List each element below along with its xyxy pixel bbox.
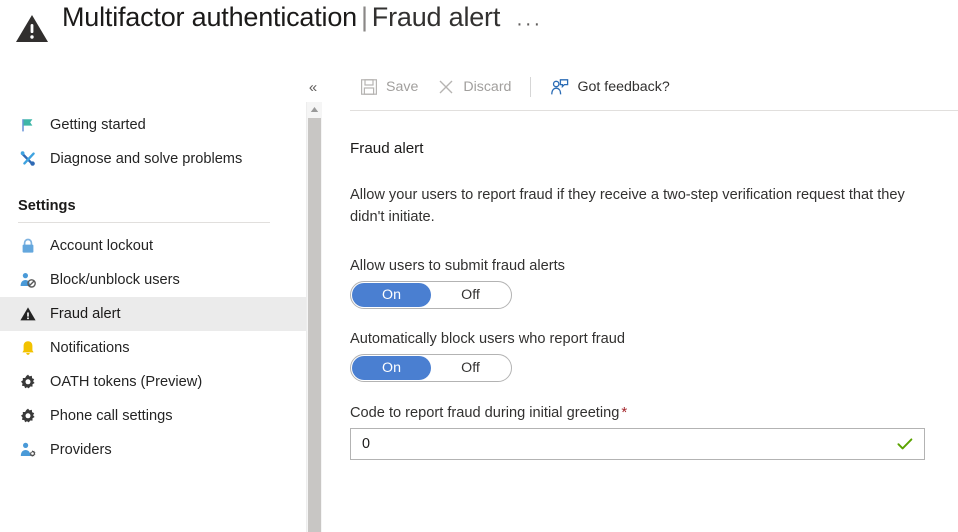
warning-triangle-icon	[14, 12, 50, 44]
toggle-option-on[interactable]: On	[352, 283, 431, 307]
save-button[interactable]: Save	[350, 71, 427, 103]
user-block-icon	[18, 270, 38, 290]
sidebar-scrollbar[interactable]	[306, 102, 322, 532]
fraud-code-label: Code to report fraud during initial gree…	[350, 404, 958, 421]
got-feedback-label: Got feedback?	[577, 79, 670, 95]
section-title: Fraud alert	[350, 140, 424, 157]
required-marker: *	[621, 404, 628, 421]
bell-icon	[18, 338, 38, 358]
save-icon	[359, 78, 378, 97]
allow-fraud-alerts-toggle[interactable]: On Off	[350, 281, 512, 309]
fraud-alert-form: Fraud alert Allow your users to report f…	[323, 111, 958, 460]
wrench-screwdriver-icon	[18, 149, 38, 169]
auto-block-users-toggle[interactable]: On Off	[350, 354, 512, 382]
allow-fraud-alerts-label: Allow users to submit fraud alerts	[350, 258, 565, 274]
sidebar-item-fraud-alert[interactable]: Fraud alert	[0, 297, 306, 331]
sidebar-item-label: Account lockout	[50, 238, 154, 254]
sidebar-section-divider	[18, 222, 270, 223]
sidebar-item-providers[interactable]: Providers	[0, 433, 306, 467]
sidebar-item-label: Notifications	[50, 340, 130, 356]
flag-icon	[18, 115, 38, 135]
sidebar-item-oath-tokens[interactable]: OATH tokens (Preview)	[0, 365, 306, 399]
sidebar: Getting started Diagnose and solve probl…	[0, 64, 306, 532]
feedback-person-icon	[550, 78, 569, 97]
sidebar-item-label: OATH tokens (Preview)	[50, 374, 203, 390]
sidebar-item-diagnose-and-solve-problems[interactable]: Diagnose and solve problems	[0, 142, 306, 176]
sidebar-item-label: Diagnose and solve problems	[50, 151, 243, 167]
scrollbar-thumb[interactable]	[308, 118, 321, 532]
close-icon	[436, 78, 455, 97]
lock-icon	[18, 236, 38, 256]
save-label: Save	[386, 79, 419, 95]
section-description: Allow your users to report fraud if they…	[350, 187, 905, 225]
got-feedback-button[interactable]: Got feedback?	[541, 71, 678, 103]
gear-icon	[18, 372, 38, 392]
sidebar-item-label: Block/unblock users	[50, 272, 180, 288]
blade-header: Multifactor authentication | Fraud alert ·…	[0, 0, 958, 64]
fraud-code-input[interactable]	[350, 428, 925, 460]
sidebar-item-account-lockout[interactable]: Account lockout	[0, 229, 306, 263]
sidebar-item-label: Phone call settings	[50, 408, 173, 424]
sidebar-item-phone-call-settings[interactable]: Phone call settings	[0, 399, 306, 433]
sidebar-item-notifications[interactable]: Notifications	[0, 331, 306, 365]
azure-portal-blade: Multifactor authentication | Fraud alert ·…	[0, 0, 958, 532]
sidebar-item-label: Getting started	[50, 117, 146, 133]
page-title-resource: Multifactor authentication	[62, 2, 357, 32]
more-options-icon[interactable]: ···	[516, 14, 542, 34]
warning-triangle-icon	[18, 304, 38, 324]
gear-icon	[18, 406, 38, 426]
main-content: Save Discard Got feedback? Fraud alert A…	[323, 64, 958, 532]
toggle-option-off[interactable]: Off	[431, 283, 510, 307]
toolbar-divider	[530, 77, 532, 97]
field-spacer	[350, 382, 958, 404]
field-spacer	[350, 309, 958, 331]
fraud-code-input-wrapper	[350, 428, 925, 460]
scroll-up-arrow-icon[interactable]	[307, 102, 322, 117]
sidebar-nav-top: Getting started Diagnose and solve probl…	[0, 64, 306, 467]
auto-block-users-label: Automatically block users who report fra…	[350, 331, 625, 347]
toggle-option-off[interactable]: Off	[431, 356, 510, 380]
page-title-separator: |	[360, 2, 368, 32]
sidebar-item-getting-started[interactable]: Getting started	[0, 108, 306, 142]
sidebar-section-heading: Settings	[18, 198, 76, 214]
discard-button[interactable]: Discard	[427, 71, 520, 103]
sidebar-item-label: Fraud alert	[50, 306, 121, 322]
page-title: Multifactor authentication | Fraud alert	[62, 2, 500, 33]
toggle-option-on[interactable]: On	[352, 356, 431, 380]
discard-label: Discard	[463, 79, 512, 95]
page-title-blade: Fraud alert	[371, 2, 501, 32]
command-toolbar: Save Discard Got feedback?	[323, 64, 958, 110]
user-gear-icon	[18, 440, 38, 460]
sidebar-item-label: Providers	[50, 442, 112, 458]
sidebar-item-block-unblock-users[interactable]: Block/unblock users	[0, 263, 306, 297]
fraud-code-label-text: Code to report fraud during initial gree…	[350, 405, 620, 421]
